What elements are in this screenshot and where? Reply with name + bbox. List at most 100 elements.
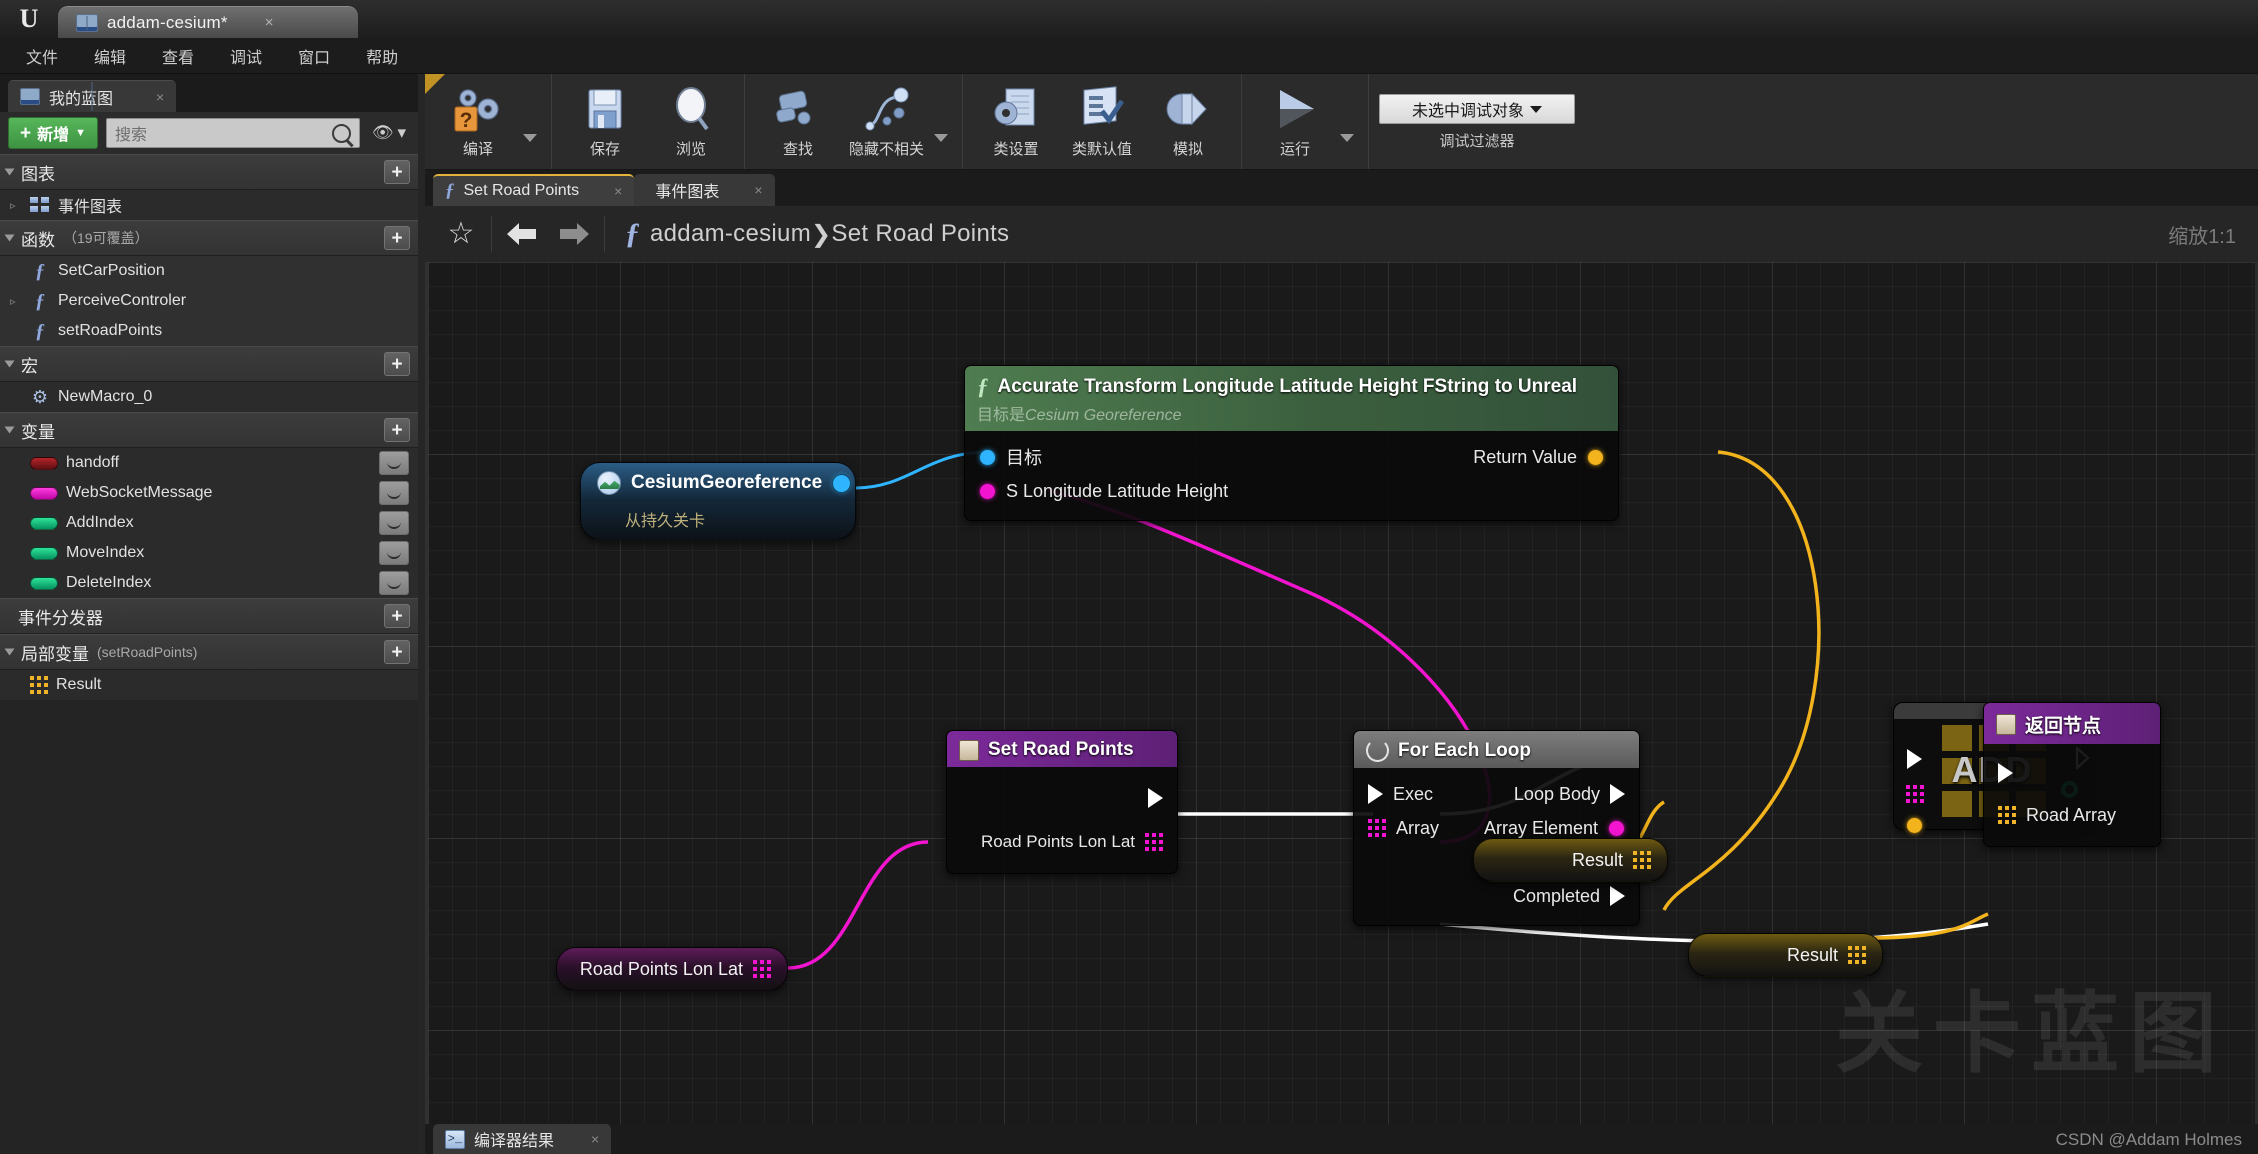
exec-pin-icon[interactable] [1610,784,1625,804]
node-for-each-loop[interactable]: For Each Loop Exec Loop Body Array Array… [1353,730,1640,926]
add-new-button[interactable]: + 新增 ▼ [8,117,99,149]
list-item-setcarposition[interactable]: ƒ SetCarPosition [0,256,418,286]
list-item-websocketmessage[interactable]: WebSocketMessage [0,478,418,508]
list-item-handoff[interactable]: handoff [0,448,418,478]
disclosure-icon[interactable]: ▹ [10,295,22,308]
compile-button[interactable]: ? 编译 [435,80,521,163]
tab-event-graph[interactable]: 事件图表 × [634,174,775,206]
save-button[interactable]: 保存 [562,80,648,163]
list-item-event-graph[interactable]: ▹ 事件图表 [0,190,418,220]
tab-set-road-points[interactable]: ƒ Set Road Points × [433,174,635,206]
visibility-eye-icon[interactable] [379,511,409,535]
tab-my-blueprint[interactable]: 我的蓝图 × [8,80,177,112]
list-item-newmacro-0[interactable]: ⚙ NewMacro_0 [0,382,418,412]
list-item-result[interactable]: Result [0,670,418,700]
play-options-chevron-down-icon[interactable] [1340,133,1355,142]
class-settings-button[interactable]: 类设置 [973,80,1059,163]
find-button[interactable]: 查找 [755,80,841,163]
close-icon[interactable]: × [754,182,762,198]
window-tab-addam-cesium[interactable]: addam-cesium* × [58,6,358,38]
blueprint-graph-canvas[interactable]: ƒ Accurate Transform Longitude Latitude … [428,262,2255,1124]
section-header-functions[interactable]: 函数 （19可覆盖） + [0,220,418,256]
array-grid-magenta-icon[interactable] [1145,833,1163,851]
array-grid-yellow-icon[interactable] [1998,806,2016,824]
exec-pin-icon[interactable] [1998,763,2013,783]
add-macro-button[interactable]: + [384,352,410,376]
node-accurate-transform[interactable]: ƒ Accurate Transform Longitude Latitude … [964,365,1619,521]
add-local-variable-button[interactable]: + [384,640,410,664]
debug-object-select[interactable]: 未选中调试对象 [1379,94,1576,124]
visibility-eye-icon[interactable] [379,481,409,505]
section-header-variables[interactable]: 变量 + [0,412,418,448]
add-function-button[interactable]: + [384,226,410,250]
string-pin-magenta-icon[interactable] [1608,819,1625,837]
exec-pin-icon[interactable] [1368,784,1383,804]
exec-pin-icon[interactable] [1610,886,1625,906]
list-item-moveindex[interactable]: MoveIndex [0,538,418,568]
node-cesium-georeference[interactable]: CesiumGeoreference 从持久关卡 [580,462,856,540]
visibility-eye-icon[interactable] [379,541,409,565]
simulate-button[interactable]: 模拟 [1145,80,1231,163]
object-pin-blue-icon[interactable] [832,473,852,493]
close-icon[interactable]: × [614,183,622,199]
exec-pin-icon[interactable] [1148,788,1163,808]
node-body: Road Points Lon Lat [947,767,1177,873]
back-button[interactable] [496,211,548,257]
menu-item-view[interactable]: 查看 [146,39,210,73]
my-blueprint-toolbar: + 新增 ▼ 搜索 👁 ▾ [0,112,418,154]
node-header: ƒ Accurate Transform Longitude Latitude … [965,366,1618,431]
visibility-toggle[interactable]: 👁 ▾ [368,123,410,143]
list-item-perceivecontroler[interactable]: ▹ ƒ PerceiveControler [0,286,418,316]
browse-button[interactable]: 浏览 [648,80,734,163]
close-icon[interactable]: × [591,1131,599,1147]
visibility-eye-icon[interactable] [379,571,409,595]
object-pin-blue-icon[interactable] [979,448,996,466]
play-button[interactable]: 运行 [1252,80,1338,163]
node-road-points-lon-lat[interactable]: Road Points Lon Lat [556,947,788,991]
compile-options-chevron-down-icon[interactable] [523,133,537,142]
hide-unrelated-chevron-down-icon[interactable] [934,133,949,142]
array-grid-yellow-icon[interactable] [1633,851,1651,869]
menu-item-help[interactable]: 帮助 [350,39,414,73]
disclosure-icon[interactable]: ▹ [10,199,22,212]
close-icon[interactable]: × [265,14,274,31]
node-result-upper[interactable]: Result [1473,838,1668,882]
breadcrumb-root[interactable]: addam-cesium [650,220,811,248]
section-header-local-variables[interactable]: 局部变量 (setRoadPoints) + [0,634,418,670]
favorite-button[interactable]: ☆ [435,211,487,257]
function-icon: ƒ [445,180,455,201]
section-header-graphs[interactable]: 图表 + [0,154,418,190]
section-header-macros[interactable]: 宏 + [0,346,418,382]
array-grid-yellow-in-icon[interactable] [1906,785,1924,803]
section-header-event-dispatchers[interactable]: 事件分发器 + [0,598,418,634]
array-grid-yellow-icon[interactable] [1848,946,1866,964]
list-item-addindex[interactable]: AddIndex [0,508,418,538]
struct-pin-yellow-in-icon[interactable] [1906,817,1923,834]
breadcrumb-current[interactable]: Set Road Points [831,220,1009,248]
node-return[interactable]: 返回节点 Road Array [1983,702,2161,847]
add-event-dispatcher-button[interactable]: + [384,604,410,628]
array-grid-magenta-icon[interactable] [753,960,771,978]
class-defaults-button[interactable]: 类默认值 [1059,80,1145,163]
exec-pin-in-icon[interactable] [1907,749,1922,769]
menu-item-file[interactable]: 文件 [10,39,74,73]
menu-item-window[interactable]: 窗口 [282,39,346,73]
string-pin-magenta-icon[interactable] [979,482,996,500]
search-input[interactable]: 搜索 [106,118,360,148]
close-icon[interactable]: × [156,89,164,105]
hide-unrelated-button[interactable]: 隐藏不相关 [841,80,932,163]
add-graph-button[interactable]: + [384,160,410,184]
add-variable-button[interactable]: + [384,418,410,442]
list-item-deleteindex[interactable]: DeleteIndex [0,568,418,598]
node-set-road-points[interactable]: Set Road Points Road Points Lon Lat [946,730,1178,874]
menu-item-debug[interactable]: 调试 [214,39,278,73]
section-subtitle-functions: （19可覆盖） [63,230,149,246]
struct-pin-yellow-icon[interactable] [1587,448,1604,466]
macro-icon: ⚙ [31,387,49,407]
forward-button[interactable] [548,211,600,257]
array-grid-magenta-icon[interactable] [1368,819,1386,837]
list-item-setroadpoints[interactable]: ƒ setRoadPoints [0,316,418,346]
menu-item-edit[interactable]: 编辑 [78,39,142,73]
tab-compiler-results[interactable]: >_ 编译器结果 × [433,1124,612,1154]
visibility-eye-icon[interactable] [379,451,409,475]
